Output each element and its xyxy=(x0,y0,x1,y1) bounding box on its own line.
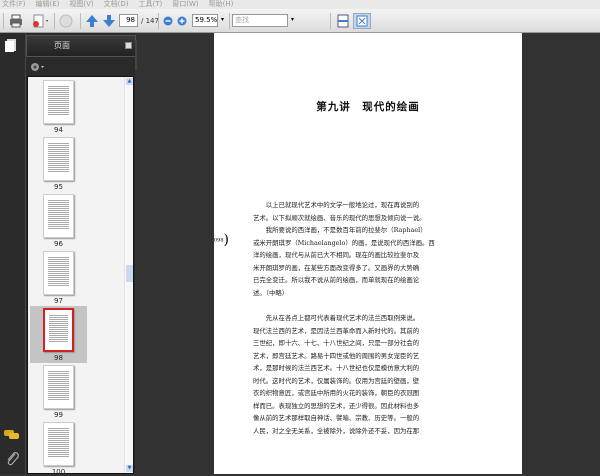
page-thumbnail[interactable] xyxy=(43,137,74,181)
text-line: 术，是那时候的法兰西艺术。十八世纪也仅是模仿意大利的 xyxy=(253,364,420,372)
menu-tools[interactable]: 工具(T) xyxy=(139,0,163,9)
text-line: 现代法兰西的艺术，是因法兰西革命而入新时代的。其前的 xyxy=(253,326,420,335)
panel-header: 页面 xyxy=(26,35,136,57)
chapter-title: 第九讲 现代的绘画 xyxy=(316,101,420,113)
page-number-input[interactable]: 98 xyxy=(119,14,138,27)
splitter-handle[interactable] xyxy=(135,40,137,70)
fit-page-icon xyxy=(337,14,349,28)
create-pdf-icon xyxy=(33,14,48,28)
panel-options-button[interactable] xyxy=(125,42,132,49)
full-screen-button[interactable] xyxy=(353,13,371,29)
thumbnail-text-lines xyxy=(48,257,69,286)
thumbnail-text-lines xyxy=(48,428,69,457)
text-line: 述。（中略） xyxy=(253,288,289,297)
menu-file[interactable]: 文件(F) xyxy=(2,0,26,9)
thumbnail-list: 94 95 96 97 98 99 100 ▲ ▼ xyxy=(27,76,134,476)
thumbnail-label: 94 xyxy=(54,126,63,134)
text-line: 米开朗琪罗的画，在某些方面改变得多了。又画界的大势确 xyxy=(253,263,420,272)
text-line: 样而已。表现独立的思想的艺术，还少得很。因此材料也多 xyxy=(253,401,420,410)
text-line: 三世纪，即十六、十七、十八世纪之间，只是一部分社会的 xyxy=(253,339,420,347)
separator xyxy=(158,13,159,29)
separator xyxy=(54,13,55,29)
thumbnail-label: 95 xyxy=(54,183,63,191)
printer-icon xyxy=(10,14,22,28)
page-thumbnail[interactable] xyxy=(43,251,74,295)
menu-help[interactable]: 帮助(H) xyxy=(209,0,234,9)
text-line: 以上已就现代艺术中的文学一般地论过，现在再说别的 xyxy=(253,201,420,209)
collaborate-button xyxy=(58,13,74,29)
menu-bar: 文件(F) 编辑(E) 视图(V) 文档(D) 工具(T) 窗口(W) 帮助(H… xyxy=(0,0,600,9)
pages-panel: 页面 94 95 96 97 98 99 100 ▲ ▼ xyxy=(25,33,136,476)
text-line: 已完全变迁。所以我不说从前的绘画，而单就现在的绘画论 xyxy=(253,276,420,284)
navigation-pane-bar xyxy=(0,33,25,474)
attachment-icon[interactable] xyxy=(5,451,19,467)
menu-view[interactable]: 视图(V) xyxy=(69,0,93,9)
text-line: 衣的织物意匠，或宫廷中所用的火花的装饰，朝臣的衣冠图 xyxy=(253,389,420,397)
scroll-down-button[interactable]: ▼ xyxy=(126,465,133,472)
page-thumbnail[interactable] xyxy=(43,422,74,466)
globe-icon xyxy=(59,14,73,28)
separator xyxy=(229,13,230,29)
print-button[interactable] xyxy=(8,13,24,29)
separator xyxy=(80,13,81,29)
text-line: 先从在各点上都可代表着现代艺术的法兰西取例来说。 xyxy=(253,314,420,322)
text-line: 我所要说的西洋画，不是数百年前的拉斐尔（Raphael） xyxy=(253,226,427,234)
thumbnail-scrollbar[interactable]: ▲ ▼ xyxy=(124,77,133,473)
scroll-up-button[interactable]: ▲ xyxy=(126,78,133,85)
toolbar: 98 / 147 59.5% ▾ 查找 ▾ xyxy=(0,9,600,33)
thumbnail-label: 99 xyxy=(54,411,63,419)
page-marker: 098) xyxy=(214,232,230,248)
pages-icon[interactable] xyxy=(4,38,18,53)
text-line: 或米开朗琪罗（Michaelangelo）的画，是说现代的西洋画。西 xyxy=(253,238,435,247)
total-pages: / 147 xyxy=(141,17,159,25)
arrow-up-icon xyxy=(86,15,98,27)
thumbnail-text-lines xyxy=(48,200,69,229)
menu-edit[interactable]: 编辑(E) xyxy=(36,0,60,9)
menu-document[interactable]: 文档(D) xyxy=(104,0,129,9)
zoom-out-icon xyxy=(163,16,173,26)
document-page: 第九讲 现代的绘画 098) 以上已就现代艺术中的文学一般地论过，现在再说别的艺… xyxy=(214,33,522,474)
page-thumbnail[interactable] xyxy=(43,365,74,409)
text-line: 像从前的艺术那样取自神话、譬喻、宗教、历史等。一般的 xyxy=(253,414,420,422)
thumbnail-label: 100 xyxy=(51,468,66,476)
separator xyxy=(3,13,4,29)
page-number-text: 098 xyxy=(214,237,224,244)
panel-title: 页面 xyxy=(54,41,70,50)
create-pdf-button[interactable] xyxy=(30,13,50,29)
search-input[interactable]: 查找 xyxy=(232,14,288,27)
paragraph-1: 以上已就现代艺术中的文学一般地论过，现在再说别的 艺术。以下拟顺次就绘画、音乐的现… xyxy=(253,199,464,299)
thumbnail-label: 97 xyxy=(54,297,63,305)
text-line: 时代。这时代的艺术，仅属装饰的。仅用为宫廷的壁画，壁 xyxy=(253,376,420,385)
zoom-in-button[interactable] xyxy=(176,13,188,29)
thumbnail-label: 98 xyxy=(54,354,63,362)
thumbnail-label: 96 xyxy=(54,240,63,248)
zoom-dropdown-icon[interactable]: ▾ xyxy=(221,16,224,23)
fit-page-button[interactable] xyxy=(335,13,351,29)
paragraph-2: 先从在各点上都可代表着现代艺术的法兰西取例来说。 现代法兰西的艺术，是因法兰西革命… xyxy=(253,312,464,437)
page-thumbnail[interactable] xyxy=(43,80,74,124)
next-page-button[interactable] xyxy=(101,13,117,29)
text-line: 艺术。以下拟顺次就绘画、音乐的现代的思想及倾向说一说。 xyxy=(253,213,426,222)
zoom-in-icon xyxy=(177,16,187,26)
zoom-level-input[interactable]: 59.5% xyxy=(192,14,218,27)
text-line: 洋的绘画，现代与从前已大不相同。现在的画比较拉斐尔及 xyxy=(253,251,420,259)
comments-icon[interactable] xyxy=(4,429,20,441)
zoom-out-button[interactable] xyxy=(162,13,174,29)
previous-page-button[interactable] xyxy=(84,13,100,29)
thumbnail-text-lines xyxy=(49,315,68,342)
menu-window[interactable]: 窗口(W) xyxy=(172,0,198,9)
full-screen-icon xyxy=(356,15,368,27)
page-thumbnail[interactable] xyxy=(43,194,74,238)
separator xyxy=(330,13,331,29)
search-dropdown-icon[interactable]: ▾ xyxy=(291,16,294,23)
gear-icon[interactable] xyxy=(29,62,45,72)
text-line: 艺术，即宫廷艺术。路易十四世或他的周围的男女宠臣的艺 xyxy=(253,351,420,360)
thumbnail-text-lines xyxy=(48,86,69,115)
thumbnail-text-lines xyxy=(48,371,69,400)
thumbnail-text-lines xyxy=(48,143,69,172)
page-thumbnail[interactable] xyxy=(43,308,74,352)
arrow-down-icon xyxy=(103,15,115,27)
text-line: 人民，对之全无关系，全被除外，说除外还不妥，因为在那 xyxy=(253,426,420,435)
scrollbar-thumb[interactable] xyxy=(126,265,133,282)
